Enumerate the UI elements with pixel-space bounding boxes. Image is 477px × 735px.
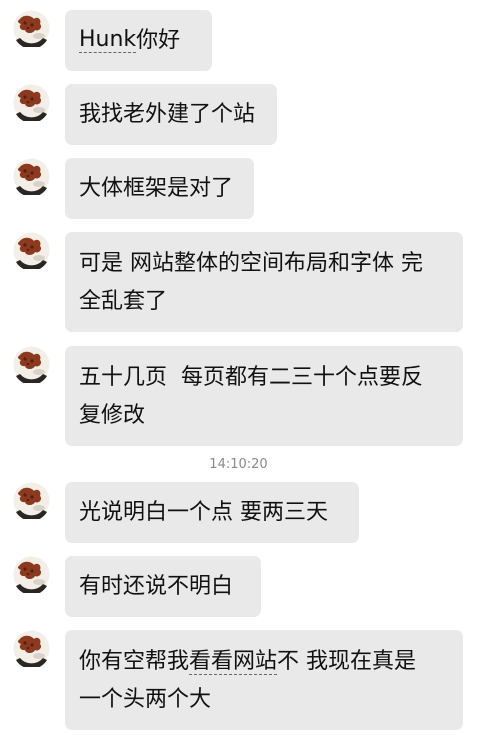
message-bubble[interactable]: 大体框架是对了 [65,158,254,219]
contact-avatar-icon[interactable] [13,346,50,383]
message-text-line: 可是 网站整体的空间布局和字体 完 [79,251,423,276]
message-text: 我找老外建了个站 [79,101,256,127]
message-text-line: 五十几页 每页都有二三十个点要反 [79,365,423,390]
message-bubble[interactable]: 你有空帮我看看网站不 我现在真是 一个头两个大 [65,630,463,730]
contact-avatar-icon[interactable] [13,10,50,47]
message-bubble[interactable]: 光说明白一个点 要两三天 [65,482,359,543]
message-text-line: 全乱套了 [79,289,168,314]
message-text-line: 你有空帮我看看网站不 我现在真是 [79,643,441,681]
message-text-line: 一个头两个大 [79,687,212,712]
message-text: 光说明白一个点 要两三天 [79,499,328,525]
contact-avatar-icon[interactable] [13,630,50,667]
message-text: 不 我现在真是 [277,649,417,674]
message-bubble[interactable]: 五十几页 每页都有二三十个点要反 复修改 [65,346,463,446]
message-text: 你有空帮我 [79,649,190,674]
message-bubble[interactable]: 我找老外建了个站 [65,84,277,145]
message-bubble[interactable]: 可是 网站整体的空间布局和字体 完 全乱套了 [65,232,463,332]
contact-avatar-icon[interactable] [13,84,50,121]
message-text: 大体框架是对了 [79,175,234,201]
contact-avatar-icon[interactable] [13,232,50,269]
message-text-line: 复修改 [79,403,146,428]
chat-history: Hunk 你好 我找老外建了个站 大体框架是对了 可是 网站整体的空间布局和字体… [0,0,477,735]
message-name-link[interactable]: Hunk [79,27,137,54]
message-bubble[interactable]: 有时还说不明白 [65,556,261,617]
contact-avatar-icon[interactable] [13,556,50,593]
message-text: 你好 [136,27,181,53]
message-text: 有时还说不明白 [79,573,234,599]
timestamp: 14:10:20 [209,457,268,472]
contact-avatar-icon[interactable] [13,158,50,195]
message-bubble[interactable]: Hunk 你好 [65,10,212,71]
message-highlight-link[interactable]: 看看网站 [189,649,278,675]
contact-avatar-icon[interactable] [13,482,50,519]
